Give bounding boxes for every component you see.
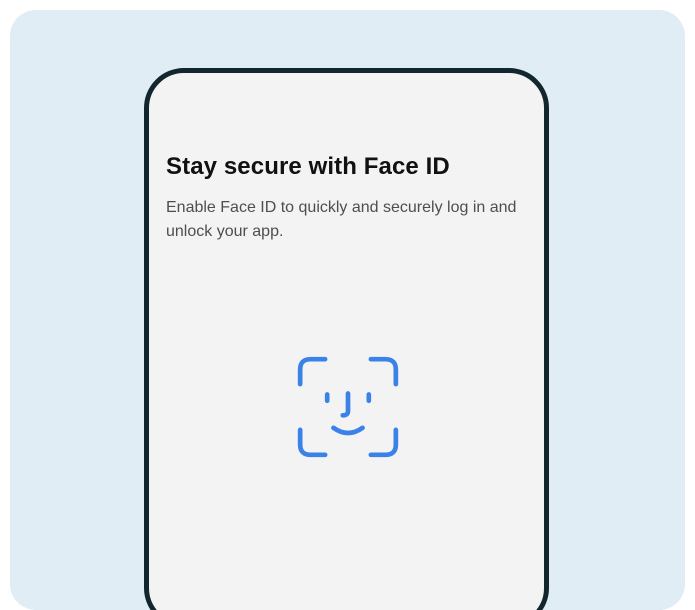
face-id-icon	[297, 356, 399, 458]
screen-title: Stay secure with Face ID	[166, 153, 450, 180]
phone-mockup: Stay secure with Face ID Enable Face ID …	[144, 68, 549, 610]
screen-description: Enable Face ID to quickly and securely l…	[166, 199, 517, 240]
illustration-card: Stay secure with Face ID Enable Face ID …	[10, 10, 685, 610]
